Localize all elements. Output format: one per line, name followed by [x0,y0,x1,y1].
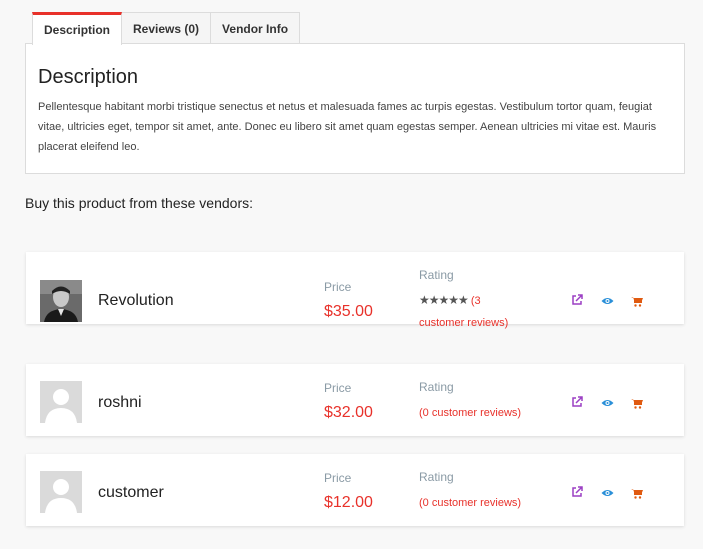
eye-icon[interactable] [600,486,614,500]
rating-label: Rating [419,470,454,484]
vendor-avatar [40,471,82,513]
description-panel: Description Pellentesque habitant morbi … [25,43,685,174]
vendor-name[interactable]: roshni [98,394,142,412]
vendor-name[interactable]: customer [98,484,164,502]
vendor-row: customer Price $12.00 Rating (0 customer… [26,454,684,526]
vendor-row: roshni Price $32.00 Rating (0 customer r… [26,364,684,436]
vendor-avatar [40,381,82,423]
cart-icon[interactable] [630,486,644,500]
price-label: Price [324,381,352,395]
vendor-row: Revolution Price $35.00 Rating ★★★★★ (3 … [26,252,684,329]
tab-vendor-info[interactable]: Vendor Info [210,12,301,44]
external-link-icon[interactable] [570,395,584,409]
vendor-avatar [40,280,82,322]
tab-description[interactable]: Description [32,12,123,45]
vendors-heading: Buy this product from these vendors: [25,195,253,211]
price-label: Price [324,280,352,294]
description-text: Pellentesque habitant morbi tristique se… [38,101,657,153]
external-link-icon[interactable] [570,293,584,307]
price-label: Price [324,471,352,485]
cart-icon[interactable] [630,396,644,410]
product-tabs: Description Reviews (0) Vendor Info [32,12,301,45]
external-link-icon[interactable] [570,485,584,499]
rating-label: Rating [419,268,454,282]
rating-stars: ★★★★★ [419,293,469,307]
price-value: $12.00 [324,494,373,511]
price-value: $32.00 [324,404,373,421]
review-count-link[interactable]: customer reviews) [419,313,508,333]
cart-icon[interactable] [630,294,644,308]
review-count-link[interactable]: (0 customer reviews) [419,493,521,513]
review-count-link[interactable]: (3 [471,295,481,307]
eye-icon[interactable] [600,396,614,410]
rating-stars-line: ★★★★★ (3 [419,290,481,311]
price-value: $35.00 [324,303,373,320]
vendor-name[interactable]: Revolution [98,292,174,310]
rating-label: Rating [419,380,454,394]
tab-reviews[interactable]: Reviews (0) [121,12,212,44]
eye-icon[interactable] [600,294,614,308]
description-title: Description [38,66,139,88]
review-count-link[interactable]: (0 customer reviews) [419,403,521,423]
